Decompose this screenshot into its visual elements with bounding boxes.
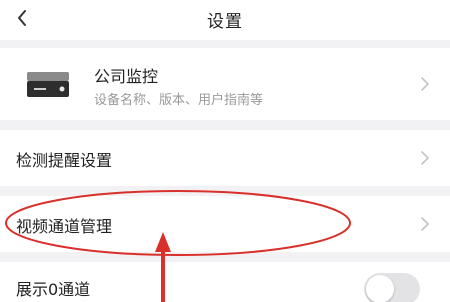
device-subtitle: 设备名称、版本、用户指南等	[94, 93, 264, 108]
video-channel-label: 视频通道管理	[16, 217, 113, 236]
chevron-right-icon	[421, 217, 429, 231]
device-name: 公司监控	[94, 67, 159, 86]
video-channel-row[interactable]: 视频通道管理	[0, 196, 450, 252]
header-bar: 设置	[0, 0, 450, 40]
zero-channel-toggle[interactable]	[364, 273, 420, 302]
device-info-row[interactable]: 公司监控 设备名称、版本、用户指南等	[0, 48, 450, 120]
page-title: 设置	[207, 12, 243, 32]
chevron-right-icon	[421, 151, 429, 165]
settings-page: 设置 公司监控 设备名称、版本、用户指南等 检测提醒设置 视频通道管理 展示0通…	[0, 0, 450, 302]
chevron-right-icon	[421, 77, 429, 91]
zero-channel-row: 展示0通道	[0, 262, 450, 302]
toggle-knob	[366, 275, 394, 302]
alert-settings-label: 检测提醒设置	[16, 151, 113, 170]
zero-channel-label: 展示0通道	[16, 280, 91, 299]
nvr-device-icon	[27, 72, 69, 97]
alert-settings-row[interactable]: 检测提醒设置	[0, 130, 450, 186]
